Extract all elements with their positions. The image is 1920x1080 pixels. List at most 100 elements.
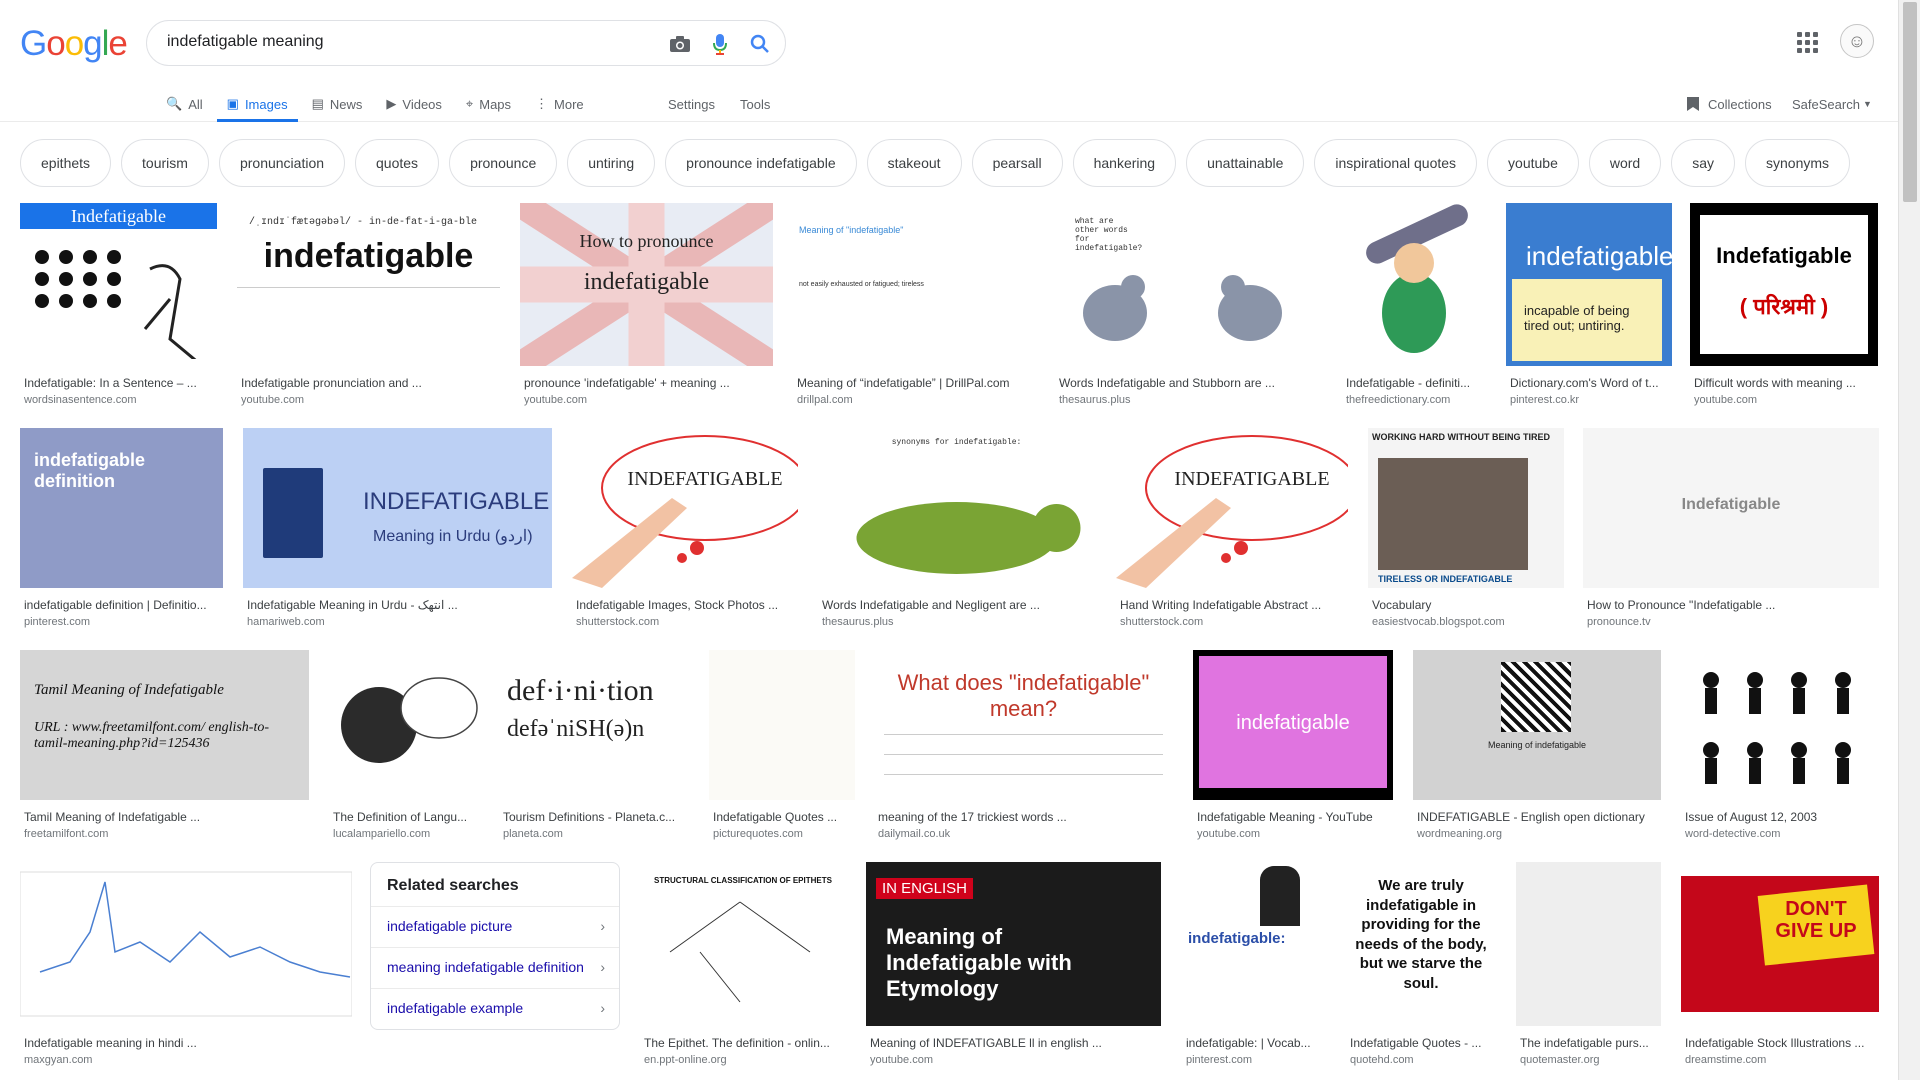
- image-thumbnail[interactable]: Indefatigable ( परिश्रमी ): [1690, 203, 1878, 366]
- result-source[interactable]: planeta.com: [499, 828, 689, 840]
- result-source[interactable]: freetamilfont.com: [20, 828, 309, 840]
- result-title[interactable]: Indefatigable pronunciation and ...: [237, 376, 500, 390]
- image-thumbnail[interactable]: INDEFATIGABLE: [1116, 428, 1348, 588]
- result-title[interactable]: meaning of the 17 trickiest words ...: [874, 810, 1173, 824]
- result-title[interactable]: The indefatigable purs...: [1516, 1036, 1661, 1050]
- image-result[interactable]: Issue of August 12, 2003 word-detective.c…: [1681, 650, 1879, 840]
- image-result[interactable]: INDEFATIGABLE Hand Writing Indefatigable …: [1116, 428, 1348, 628]
- scrollbar[interactable]: [1898, 0, 1920, 1080]
- image-thumbnail[interactable]: DON'T GIVE UP: [1681, 862, 1879, 1026]
- image-thumbnail[interactable]: indefatigable: [1193, 650, 1393, 800]
- related-search-item[interactable]: indefatigable picture ›: [371, 906, 619, 944]
- result-source[interactable]: dailymail.co.uk: [874, 828, 1173, 840]
- result-title[interactable]: Tourism Definitions - Planeta.c...: [499, 810, 689, 824]
- image-thumbnail[interactable]: IN ENGLISH Meaning of Indefatigable with …: [866, 862, 1161, 1026]
- image-thumbnail[interactable]: Meaning of "indefatigable" not easily exh…: [793, 203, 1035, 366]
- image-thumbnail[interactable]: [1342, 203, 1487, 366]
- image-result[interactable]: DON'T GIVE UP Indefatigable Stock Illustr…: [1681, 862, 1879, 1066]
- image-thumbnail[interactable]: synonyms for indefatigable:: [818, 428, 1095, 588]
- image-result[interactable]: indefatigable incapable of being tired ou…: [1506, 203, 1672, 406]
- result-title[interactable]: Tamil Meaning of Indefatigable ...: [20, 810, 309, 824]
- scrollbar-thumb[interactable]: [1903, 2, 1917, 202]
- image-result[interactable]: indefatigable: indefatigable: | Vocab... p…: [1182, 862, 1326, 1066]
- image-result[interactable]: The indefatigable purs... quotemaster.org: [1516, 862, 1661, 1066]
- image-result[interactable]: Indefatigable Indefatigable: In a Senten…: [20, 203, 217, 406]
- result-source[interactable]: thefreedictionary.com: [1342, 394, 1487, 406]
- image-thumbnail[interactable]: WORKING HARD WITHOUT BEING TIRED TIRELESS…: [1368, 428, 1564, 588]
- image-result[interactable]: def·i·ni·tion defəˈniSH(ə)n Tourism Defini…: [499, 650, 689, 840]
- result-source[interactable]: pinterest.com: [20, 616, 223, 628]
- image-thumbnail[interactable]: We are truly indefatigable in providing …: [1346, 862, 1496, 1026]
- result-source[interactable]: shutterstock.com: [572, 616, 798, 628]
- result-source[interactable]: pinterest.com: [1182, 1054, 1326, 1066]
- image-thumbnail[interactable]: [329, 650, 479, 800]
- result-source[interactable]: pinterest.co.kr: [1506, 394, 1672, 406]
- result-source[interactable]: pronounce.tv: [1583, 616, 1879, 628]
- result-title[interactable]: INDEFATIGABLE - English open dictionary: [1413, 810, 1661, 824]
- result-source[interactable]: hamariweb.com: [243, 616, 552, 628]
- result-source[interactable]: thesaurus.plus: [818, 616, 1095, 628]
- result-source[interactable]: quotemaster.org: [1516, 1054, 1661, 1066]
- result-source[interactable]: lucalampariello.com: [329, 828, 479, 840]
- result-title[interactable]: The Epithet. The definition - onlin...: [640, 1036, 846, 1050]
- image-thumbnail[interactable]: [20, 862, 352, 1026]
- result-source[interactable]: youtube.com: [520, 394, 773, 406]
- image-result[interactable]: How to pronounce indefatigable pronounce …: [520, 203, 773, 406]
- result-source[interactable]: word-detective.com: [1681, 828, 1879, 840]
- image-result[interactable]: Indefatigable ( परिश्रमी ) Difficult words…: [1690, 203, 1878, 406]
- result-source[interactable]: easiestvocab.blogspot.com: [1368, 616, 1564, 628]
- result-title[interactable]: indefatigable definition | Definitio...: [20, 598, 223, 612]
- related-search-item[interactable]: indefatigable example ›: [371, 988, 619, 1026]
- image-result[interactable]: indefatigable definition indefatigable de…: [20, 428, 223, 628]
- result-title[interactable]: Meaning of INDEFATIGABLE ll in english .…: [866, 1036, 1161, 1050]
- image-thumbnail[interactable]: How to pronounce indefatigable: [520, 203, 773, 366]
- image-result[interactable]: Indefatigable Quotes ... picturequotes.co…: [709, 650, 855, 840]
- result-title[interactable]: Issue of August 12, 2003: [1681, 810, 1879, 824]
- result-source[interactable]: shutterstock.com: [1116, 616, 1348, 628]
- result-title[interactable]: Vocabulary: [1368, 598, 1564, 612]
- result-title[interactable]: The Definition of Langu...: [329, 810, 479, 824]
- result-source[interactable]: wordsinasentence.com: [20, 394, 217, 406]
- image-result[interactable]: synonyms for indefatigable: Words Indefat…: [818, 428, 1095, 628]
- result-title[interactable]: Indefatigable Quotes - ...: [1346, 1036, 1496, 1050]
- image-thumbnail[interactable]: INDEFATIGABLE Meaning in Urdu (اردو): [243, 428, 552, 588]
- result-source[interactable]: youtube.com: [1193, 828, 1393, 840]
- image-thumbnail[interactable]: Indefatigable: [1583, 428, 1879, 588]
- result-source[interactable]: youtube.com: [866, 1054, 1161, 1066]
- image-result[interactable]: Meaning of indefatigable INDEFATIGABLE - …: [1413, 650, 1661, 840]
- result-source[interactable]: picturequotes.com: [709, 828, 855, 840]
- image-result[interactable]: Meaning of "indefatigable" not easily exh…: [793, 203, 1035, 406]
- result-source[interactable]: youtube.com: [1690, 394, 1878, 406]
- image-result[interactable]: STRUCTURAL CLASSIFICATION OF EPITHETS The…: [640, 862, 846, 1066]
- related-search-item[interactable]: meaning indefatigable definition ›: [371, 947, 619, 985]
- result-title[interactable]: Indefatigable Stock Illustrations ...: [1681, 1036, 1879, 1050]
- result-source[interactable]: quotehd.com: [1346, 1054, 1496, 1066]
- image-result[interactable]: The Definition of Langu... lucalampariell…: [329, 650, 479, 840]
- image-result[interactable]: Indefatigable - definiti... thefreedictio…: [1342, 203, 1487, 406]
- result-title[interactable]: Indefatigable Meaning in Urdu - انتھک ..…: [243, 598, 552, 612]
- image-thumbnail[interactable]: indefatigable definition: [20, 428, 223, 588]
- result-title[interactable]: Words Indefatigable and Negligent are ..…: [818, 598, 1095, 612]
- result-title[interactable]: Indefatigable Images, Stock Photos ...: [572, 598, 798, 612]
- result-title[interactable]: Difficult words with meaning ...: [1690, 376, 1878, 390]
- result-source[interactable]: youtube.com: [237, 394, 500, 406]
- image-result[interactable]: We are truly indefatigable in providing …: [1346, 862, 1496, 1066]
- result-title[interactable]: Meaning of “indefatigable” | DrillPal.co…: [793, 376, 1035, 390]
- result-title[interactable]: Dictionary.com's Word of t...: [1506, 376, 1672, 390]
- result-title[interactable]: Indefatigable meaning in hindi ...: [20, 1036, 352, 1050]
- image-thumbnail[interactable]: indefatigable:: [1182, 862, 1326, 1026]
- image-result[interactable]: What does "indefatigable" mean? meaning o…: [874, 650, 1173, 840]
- image-thumbnail[interactable]: /ˌɪndɪˈfætəɡəbəl/ - in-de-fat-i-ga-ble i…: [237, 203, 500, 366]
- result-title[interactable]: Indefatigable Quotes ...: [709, 810, 855, 824]
- image-thumbnail[interactable]: def·i·ni·tion defəˈniSH(ə)n: [499, 650, 689, 800]
- image-thumbnail[interactable]: what are other words for indefatigable?: [1055, 203, 1323, 366]
- result-title[interactable]: Hand Writing Indefatigable Abstract ...: [1116, 598, 1348, 612]
- image-result[interactable]: Tamil Meaning of Indefatigable URL : www.…: [20, 650, 309, 840]
- image-result[interactable]: Indefatigable How to Pronounce "Indefatig…: [1583, 428, 1879, 628]
- image-thumbnail[interactable]: What does "indefatigable" mean?: [874, 650, 1173, 800]
- image-thumbnail[interactable]: [709, 650, 855, 800]
- image-thumbnail[interactable]: Tamil Meaning of Indefatigable URL : www.…: [20, 650, 309, 800]
- image-thumbnail[interactable]: STRUCTURAL CLASSIFICATION OF EPITHETS: [640, 862, 846, 1026]
- result-source[interactable]: drillpal.com: [793, 394, 1035, 406]
- result-title[interactable]: Indefatigable - definiti...: [1342, 376, 1487, 390]
